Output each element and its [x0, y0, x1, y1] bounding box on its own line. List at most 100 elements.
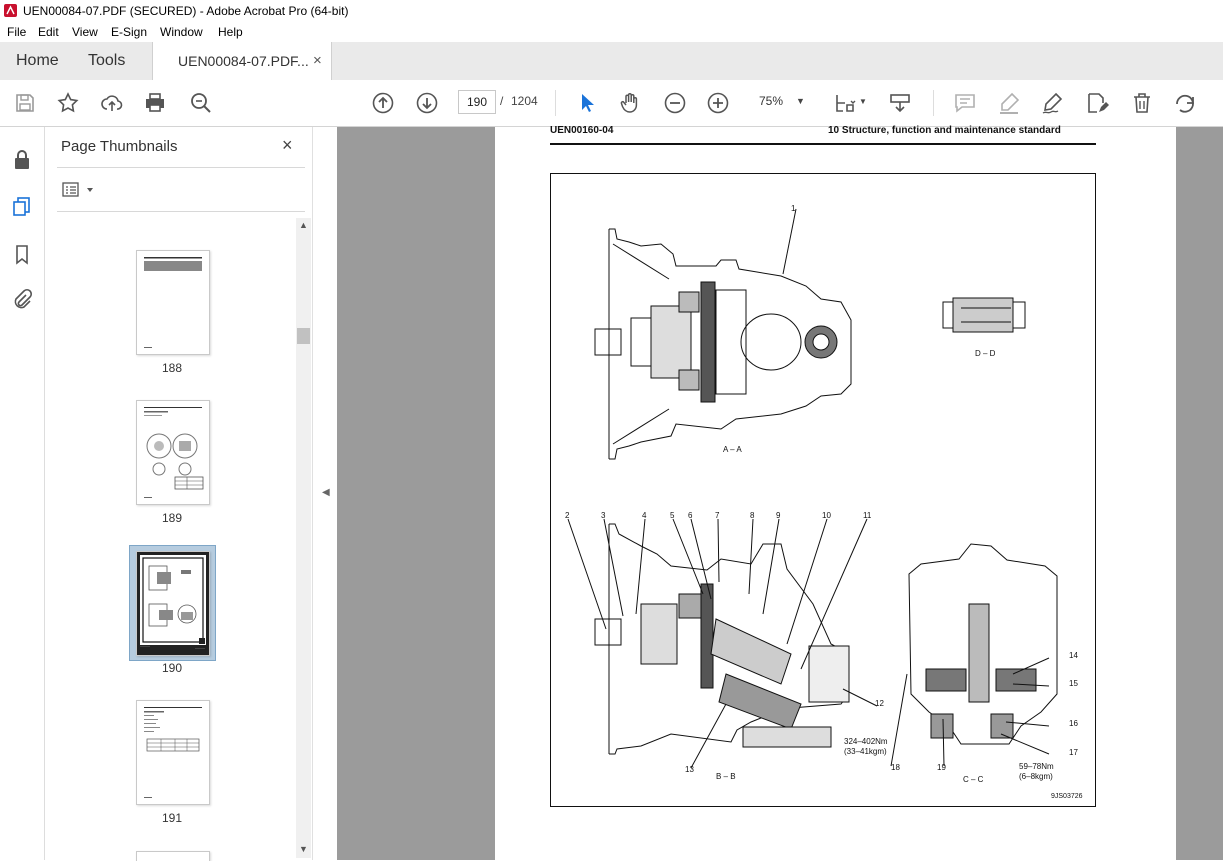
thumbnail-preview: [144, 707, 202, 798]
page-separator: /: [500, 94, 504, 108]
select-cursor-icon[interactable]: [575, 91, 599, 115]
callout-7: 7: [715, 511, 720, 520]
page-header-section: 10 Structure, function and maintenance s…: [828, 125, 1061, 136]
callout-1: 1: [791, 204, 796, 213]
attachments-icon[interactable]: [11, 288, 33, 310]
title-bar: UEN00084-07.PDF (SECURED) - Adobe Acroba…: [0, 0, 1223, 22]
menu-file[interactable]: File: [7, 25, 26, 39]
share-upload-icon[interactable]: [100, 91, 124, 115]
torque-note-2-kgm: (6–8kgm): [1019, 772, 1053, 781]
tab-document[interactable]: UEN00084-07.PDF... ×: [152, 42, 332, 81]
thumbnail-label: 190: [161, 661, 183, 675]
menu-window[interactable]: Window: [160, 25, 203, 39]
bookmarks-icon[interactable]: [11, 243, 33, 265]
search-zoom-icon[interactable]: [189, 91, 213, 115]
menu-help[interactable]: Help: [218, 25, 243, 39]
page-header-code: UEN00160-04: [550, 125, 614, 136]
thumbnail-page-191[interactable]: [136, 700, 210, 805]
torque-note-1-kgm: (33–41kgm): [844, 747, 887, 756]
panel-title: Page Thumbnails: [61, 138, 178, 155]
highlight-icon[interactable]: [997, 91, 1021, 115]
thumbnail-page-188[interactable]: [136, 250, 210, 355]
callout-13: 13: [685, 765, 694, 774]
zoom-in-icon[interactable]: [706, 91, 730, 115]
callout-2: 2: [565, 511, 570, 520]
callout-14: 14: [1069, 651, 1078, 660]
save-icon[interactable]: [13, 91, 37, 115]
thumbnail-page-189[interactable]: [136, 400, 210, 505]
zoom-dropdown-icon[interactable]: ▼: [796, 96, 805, 106]
toolbar-divider: [555, 90, 556, 116]
comment-icon[interactable]: [953, 91, 977, 115]
motor-cross-section-drawing: [567, 208, 1058, 769]
page-fit-dropdown-icon[interactable]: ▼: [859, 97, 867, 106]
thumbnail-scrollbar[interactable]: ▲ ▼: [296, 218, 311, 858]
scrollbar-thumb[interactable]: [297, 328, 310, 344]
edit-text-icon[interactable]: [1085, 91, 1109, 115]
zoom-out-icon[interactable]: [663, 91, 687, 115]
callout-15: 15: [1069, 679, 1078, 688]
lock-icon[interactable]: [11, 149, 33, 171]
thumbnail-page-190[interactable]: [136, 551, 210, 656]
callout-8: 8: [750, 511, 755, 520]
scroll-down-icon[interactable]: ▼: [299, 844, 308, 854]
thumbnail-label: 188: [161, 361, 183, 375]
page-number-input[interactable]: 190: [458, 90, 496, 114]
thumbnail-preview: [144, 257, 202, 348]
menu-bar: File Edit View E-Sign Window Help: [0, 22, 1223, 42]
header-rule: [550, 143, 1096, 145]
view-label-dd: D – D: [975, 349, 996, 358]
close-panel-icon[interactable]: ×: [282, 135, 293, 156]
menu-esign[interactable]: E-Sign: [111, 25, 147, 39]
tab-bar: Home Tools UEN00084-07.PDF... ×: [0, 42, 1223, 81]
sign-icon[interactable]: [1040, 91, 1064, 115]
figure-code: 9JS03726: [1051, 793, 1083, 800]
page-thumbnails-icon[interactable]: [11, 195, 33, 217]
callout-10: 10: [822, 511, 831, 520]
bookmark-star-icon[interactable]: [56, 91, 80, 115]
panel-collapse-strip[interactable]: ◀: [312, 127, 338, 860]
collapse-panel-icon[interactable]: ◀: [322, 487, 330, 498]
callout-3: 3: [601, 511, 606, 520]
torque-note-1: 324–402Nm: [844, 737, 888, 746]
thumbnail-preview: [137, 552, 209, 655]
callout-9: 9: [776, 511, 781, 520]
callout-5: 5: [670, 511, 675, 520]
thumbnail-previous-partial: [136, 212, 208, 220]
menu-view[interactable]: View: [72, 25, 98, 39]
previous-page-icon[interactable]: [371, 91, 395, 115]
technical-drawing-frame: 1 2 3 4 5 6 7 8 9 10 11 12 13 14 15 16 1…: [550, 173, 1096, 807]
thumbnail-options-icon[interactable]: [62, 181, 96, 199]
next-page-icon[interactable]: [415, 91, 439, 115]
hand-pan-icon[interactable]: [618, 91, 642, 115]
callout-11: 11: [863, 511, 872, 520]
zoom-level[interactable]: 75%: [759, 94, 783, 108]
page-fit-icon[interactable]: [833, 91, 857, 115]
thumbnail-label: 189: [161, 511, 183, 525]
scroll-up-icon[interactable]: ▲: [299, 220, 308, 230]
view-label-bb: B – B: [716, 772, 736, 781]
window-title: UEN00084-07.PDF (SECURED) - Adobe Acroba…: [23, 4, 349, 18]
panel-divider: [57, 167, 305, 168]
close-tab-icon[interactable]: ×: [313, 52, 322, 69]
callout-18: 18: [891, 763, 900, 772]
rotate-icon[interactable]: [1173, 91, 1197, 115]
callout-12: 12: [875, 699, 884, 708]
menu-edit[interactable]: Edit: [38, 25, 59, 39]
delete-icon[interactable]: [1130, 91, 1154, 115]
view-label-aa: A – A: [723, 445, 742, 454]
thumbnail-preview: [144, 407, 204, 498]
toolbar-divider: [933, 90, 934, 116]
callout-19: 19: [937, 763, 946, 772]
callout-16: 16: [1069, 719, 1078, 728]
left-navigation-rail: [0, 127, 45, 860]
callout-4: 4: [642, 511, 647, 520]
tab-tools[interactable]: Tools: [88, 42, 125, 80]
scroll-mode-icon[interactable]: [888, 91, 912, 115]
torque-note-2: 59–78Nm: [1019, 762, 1054, 771]
print-icon[interactable]: [143, 91, 167, 115]
view-label-cc: C – C: [963, 775, 984, 784]
callout-6: 6: [688, 511, 693, 520]
tab-home[interactable]: Home: [16, 42, 59, 80]
total-pages: 1204: [511, 94, 538, 108]
